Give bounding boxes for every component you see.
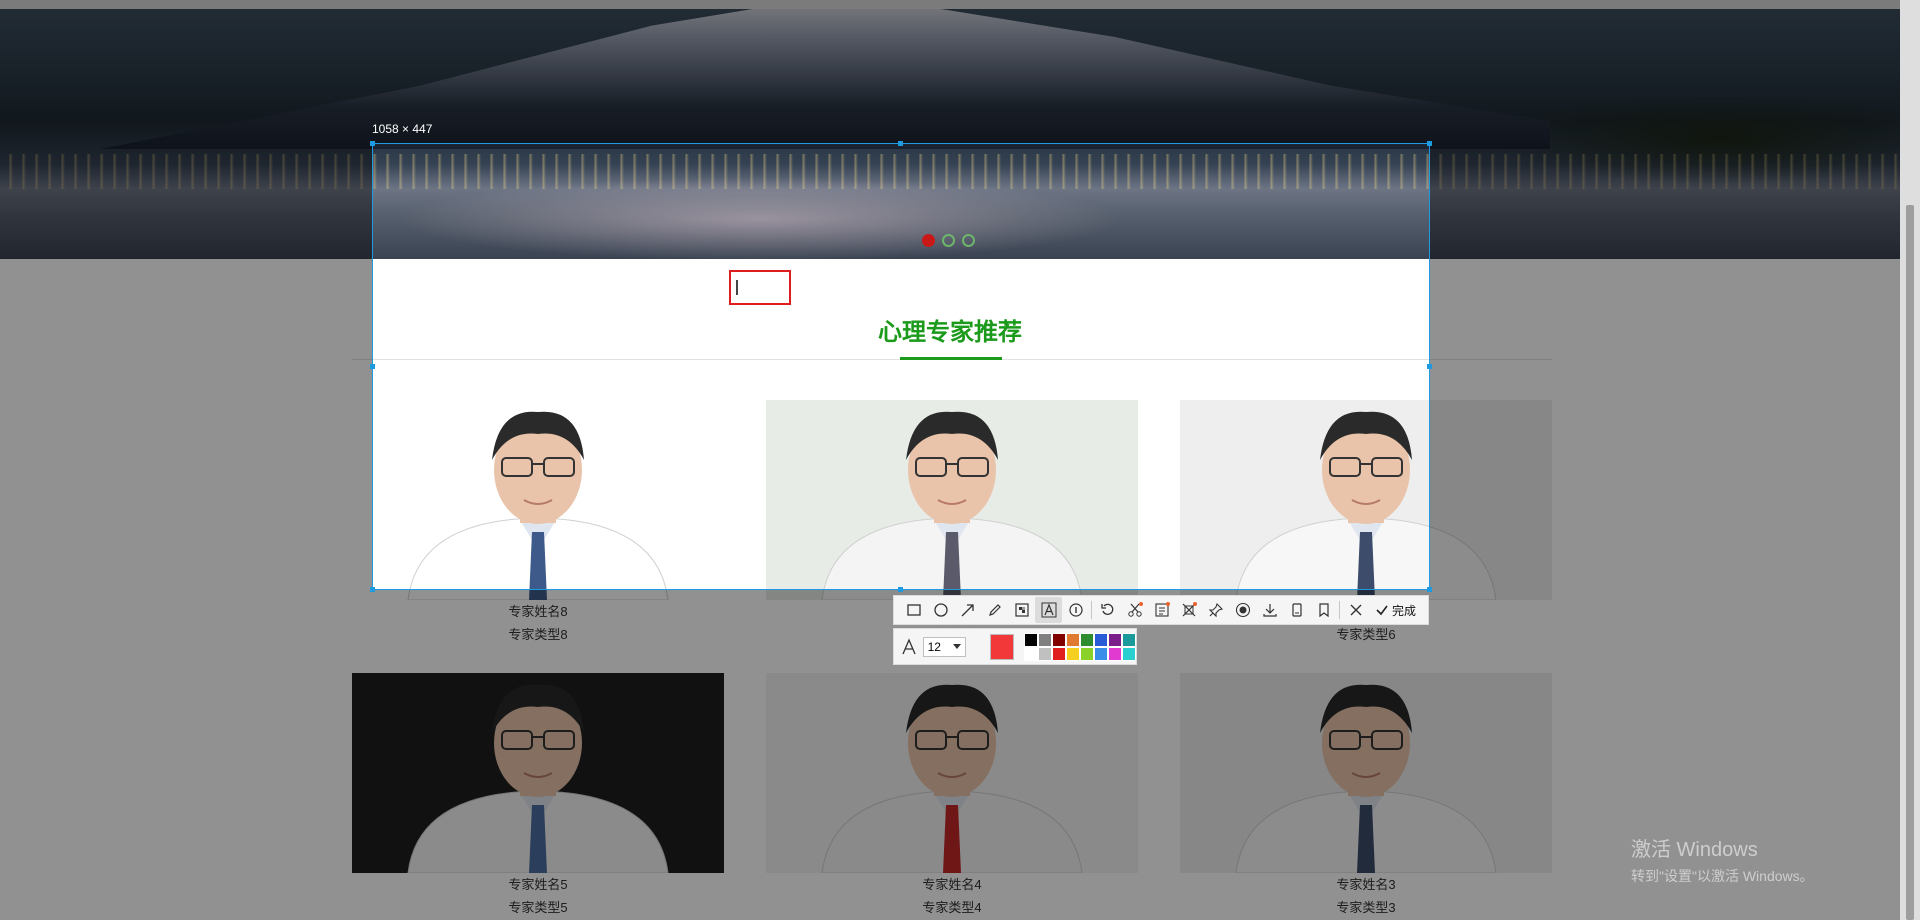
font-icon (902, 637, 916, 654)
close-icon[interactable] (1342, 597, 1369, 623)
color-swatch[interactable] (1094, 632, 1108, 647)
scrollbar-thumb[interactable] (1906, 205, 1914, 920)
color-swatch[interactable] (1108, 632, 1122, 647)
screenshot-toolbar: 完成 (893, 595, 1429, 625)
color-swatch[interactable] (1038, 632, 1052, 647)
color-swatch[interactable] (1108, 646, 1122, 661)
dim-mask-right (1430, 143, 1920, 590)
scroll-capture-icon[interactable] (1175, 597, 1202, 623)
watermark-subtitle: 转到"设置"以激活 Windows。 (1631, 868, 1814, 884)
resize-handle-ne[interactable] (1427, 141, 1432, 146)
resize-handle-n[interactable] (898, 141, 903, 146)
toolbar-separator (1091, 601, 1092, 619)
undo-icon[interactable] (1094, 597, 1121, 623)
color-swatch[interactable] (1122, 646, 1136, 661)
vertical-scrollbar[interactable] (1900, 0, 1920, 920)
bookmark-icon[interactable] (1310, 597, 1337, 623)
color-palette (1024, 632, 1136, 661)
pin-icon[interactable] (1202, 597, 1229, 623)
ocr-icon[interactable] (1148, 597, 1175, 623)
toolbar-separator (1339, 601, 1340, 619)
dim-mask-left (0, 143, 372, 590)
color-swatch[interactable] (1024, 632, 1038, 647)
done-button-label: 完成 (1392, 603, 1417, 618)
text-properties-bar: 12 (893, 628, 1137, 665)
color-swatch[interactable] (1066, 646, 1080, 661)
chevron-down-icon (952, 643, 961, 649)
color-swatch[interactable] (1066, 632, 1080, 647)
text-annotation-box[interactable] (729, 270, 791, 305)
resize-handle-e[interactable] (1427, 364, 1432, 369)
cut-icon[interactable] (1121, 597, 1148, 623)
resize-handle-se[interactable] (1427, 587, 1432, 592)
save-icon[interactable] (1283, 597, 1310, 623)
capture-selection[interactable] (372, 143, 1430, 590)
color-swatch[interactable] (1080, 632, 1094, 647)
current-color-swatch[interactable] (989, 633, 1014, 660)
record-icon[interactable] (1229, 597, 1256, 623)
watermark-title: 激活 Windows (1631, 839, 1758, 861)
rectangle-icon[interactable] (900, 597, 927, 623)
color-swatch[interactable] (1038, 646, 1052, 661)
mosaic-icon[interactable] (1008, 597, 1035, 623)
ellipse-icon[interactable] (927, 597, 954, 623)
color-swatch[interactable] (1052, 646, 1066, 661)
done-button[interactable]: 完成 (1369, 597, 1422, 623)
color-swatch[interactable] (1094, 646, 1108, 661)
resize-handle-w[interactable] (370, 364, 375, 369)
pencil-icon[interactable] (981, 597, 1008, 623)
arrow-icon[interactable] (954, 597, 981, 623)
windows-activation-watermark: 激活 Windows 转到"设置"以激活 Windows。 (1631, 833, 1814, 886)
number-icon[interactable] (1062, 597, 1089, 623)
text-caret (736, 280, 738, 295)
resize-handle-sw[interactable] (370, 587, 375, 592)
check-icon (1376, 605, 1388, 616)
color-swatch[interactable] (1080, 646, 1094, 661)
text-icon[interactable] (1035, 597, 1062, 623)
resize-handle-s[interactable] (898, 587, 903, 592)
color-swatch[interactable] (1024, 646, 1038, 661)
color-swatch[interactable] (1052, 632, 1066, 647)
download-icon[interactable] (1256, 597, 1283, 623)
color-swatch[interactable] (1122, 632, 1136, 647)
resize-handle-nw[interactable] (370, 141, 375, 146)
font-size-select[interactable]: 12 (922, 636, 966, 657)
selection-size-label: 1058 × 447 (372, 122, 433, 136)
font-size-value: 12 (927, 639, 941, 654)
dim-mask-top (0, 0, 1920, 143)
